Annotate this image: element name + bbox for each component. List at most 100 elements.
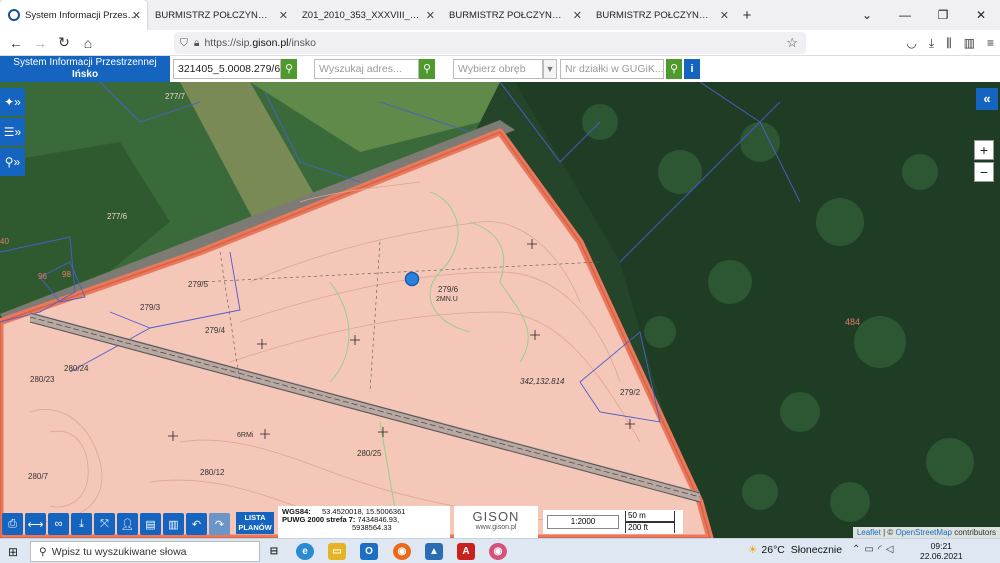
bookmark-star-icon[interactable]: ☆ [786,35,798,51]
weather-condition: Słonecznie [790,544,843,556]
extract-button[interactable]: ▤ [140,513,161,535]
weather-widget[interactable]: ☀ 26°C Słonecznie [748,544,842,556]
taskbar-clock[interactable]: 09:21 22.06.2021 [920,541,963,561]
task-view-icon[interactable]: ⊟ [265,543,283,560]
parcel-label: 280/25 [357,449,382,458]
coordinates-panel: WGS84: 53.4520018, 15.5006361 PUWG 2000 s… [278,506,450,538]
library-icon[interactable]: ⫼ [946,36,952,51]
layers-toggle-button[interactable]: ✦» [0,88,25,116]
tab-burmistrz-2[interactable]: BURMISTRZ POŁCZYNA ZDROJU - U ✕ [441,0,588,30]
outlook-icon[interactable]: O [360,543,378,560]
area-icon: ⤧ [100,517,109,530]
address-search-button[interactable]: ⚲ [419,59,435,79]
close-icon[interactable]: ✕ [720,9,729,22]
map-view[interactable]: 277/7 277/6 279/5 279/3 279/4 279/6 279/… [0,82,1000,538]
sidebar-icon[interactable]: ▥ [964,36,975,50]
legend-button[interactable]: ▥ [163,513,184,535]
windows-taskbar: ⊞ ⚲ Wpisz tu wyszukiwane słowa ⊟ e ▭ O ◉ … [0,538,1000,563]
shield-icon[interactable]: ⛉ [180,37,188,50]
precinct-select[interactable]: Wybierz obręb [453,59,543,79]
tab-burmistrz-3[interactable]: BURMISTRZ POŁCZYNA ZDROJU - U ✕ [588,0,735,30]
link-button[interactable]: ∞ [48,513,69,535]
chevron-up-icon[interactable]: ⌃ [852,544,864,555]
attribution-sep: | © [880,528,896,537]
file-explorer-icon[interactable]: ▭ [328,543,346,560]
chevron-down-icon[interactable]: ⌄ [848,0,886,30]
zoom-out-button[interactable]: − [974,162,994,182]
taskbar-search-text: Wpisz tu wyszukiwane słowa [51,546,187,558]
new-tab-plus-icon[interactable]: + [735,0,759,30]
tab-legenda[interactable]: Z01_2010_353_XXXVIII_legenda.jpg ✕ [294,0,441,30]
edge-icon[interactable]: e [296,543,314,560]
lock-icon[interactable]: 🔒︎ [194,37,200,50]
close-icon[interactable]: ✕ [573,9,582,22]
network-icon[interactable]: ◜ [878,544,886,555]
undo-icon: ↶ [191,518,202,531]
windows-start-icon[interactable]: ⊞ [8,545,18,559]
firefox-private-icon[interactable]: ◉ [489,543,507,560]
lista-planow-button[interactable]: LISTA PLANÓW [236,512,274,534]
leaflet-link[interactable]: Leaflet [857,528,881,537]
chevron-down-icon[interactable]: ▼ [543,59,557,79]
address-bar[interactable]: ⛉ 🔒︎ https://sip. gison.pl/insko ☆ [174,32,806,54]
person-icon: 👤︎ [120,518,135,531]
restore-icon[interactable]: ❐ [924,0,962,30]
tab-burmistrz-1[interactable]: BURMISTRZ POŁCZYNA ZDROJU - U ✕ [147,0,294,30]
gison-logo[interactable]: GISON www.gison.pl [454,506,538,538]
url-path: /insko [288,37,316,49]
home-icon[interactable]: ⌂ [76,35,100,51]
scale-imperial: 200 ft [625,522,675,533]
info-button[interactable]: i [684,59,700,79]
battery-icon[interactable]: ▭ [864,544,877,555]
redo-icon: ↷ [214,518,225,531]
close-icon[interactable]: ✕ [279,9,288,22]
parcel-label: 280/23 [30,375,55,384]
measure-distance-button[interactable]: ⟷ [25,513,46,535]
parcel-label: 279/6 [438,285,459,294]
download-button[interactable]: ⤓ [71,513,92,535]
location-button[interactable]: ⚲» [0,148,25,176]
tab-system-informacji[interactable]: System Informacji Przestrzennej ✕ [0,0,147,30]
undo-button[interactable]: ↶ [186,513,207,535]
pocket-icon[interactable]: ◡ [906,36,916,50]
map-scale: 1:2000 50 m 200 ft [543,510,683,534]
forward-arrow-icon[interactable]: → [28,35,52,51]
back-arrow-icon[interactable]: ← [4,35,28,51]
gison-url: www.gison.pl [475,524,517,531]
map-attribution: Leaflet | © OpenStreetMap contributors [852,527,1000,538]
parcel-search-button[interactable]: ⚲ [281,59,297,79]
firefox-icon[interactable]: ◉ [393,543,411,560]
osm-link[interactable]: OpenStreetMap [895,528,951,537]
zoom-in-button[interactable]: + [974,140,994,160]
guguk-parcel-input[interactable]: Nr działki w GUGiK... [560,59,664,79]
area-select-button[interactable]: ⤧ [94,513,115,535]
url-host: gison.pl [252,37,289,49]
close-window-icon[interactable]: ✕ [962,0,1000,30]
info-tool-button[interactable]: 👤︎ [117,513,138,535]
ruler-icon: ⟷ [27,518,44,531]
browser-tab-bar: System Informacji Przestrzennej ✕ BURMIS… [0,0,1000,30]
print-button[interactable]: ⎙ [2,513,23,535]
taskbar-search-input[interactable]: ⚲ Wpisz tu wyszukiwane słowa [30,541,260,562]
system-tray[interactable]: ⌃▭◜◁ [852,544,897,555]
link-icon: ∞ [54,518,63,530]
location-marker-icon[interactable] [404,271,420,287]
tab-label: BURMISTRZ POŁCZYNA ZDROJU - U [449,9,567,21]
speaker-icon[interactable]: ◁ [886,544,898,555]
parcel-label: 279/5 [188,280,209,289]
parcel-search-input[interactable]: 321405_5.0008.279/6 (S [173,59,281,79]
reload-icon[interactable]: ↻ [52,34,76,51]
close-icon[interactable]: ✕ [426,9,435,22]
layers-button[interactable]: ☰» [0,118,25,146]
guguk-search-button[interactable]: ⚲ [666,59,682,79]
photos-icon[interactable]: ▲ [425,543,443,560]
close-icon[interactable]: ✕ [132,9,141,22]
address-search-input[interactable]: Wyszukaj adres... [314,59,419,79]
download-icon[interactable]: ⤓ [929,36,934,51]
acrobat-icon[interactable]: A [457,543,475,560]
menu-icon[interactable]: ≡ [987,36,994,50]
redo-button[interactable]: ↷ [209,513,230,535]
minimize-icon[interactable]: — [886,0,924,30]
search-icon: ⚲ [284,63,294,75]
collapse-panel-button[interactable]: « [976,88,998,110]
